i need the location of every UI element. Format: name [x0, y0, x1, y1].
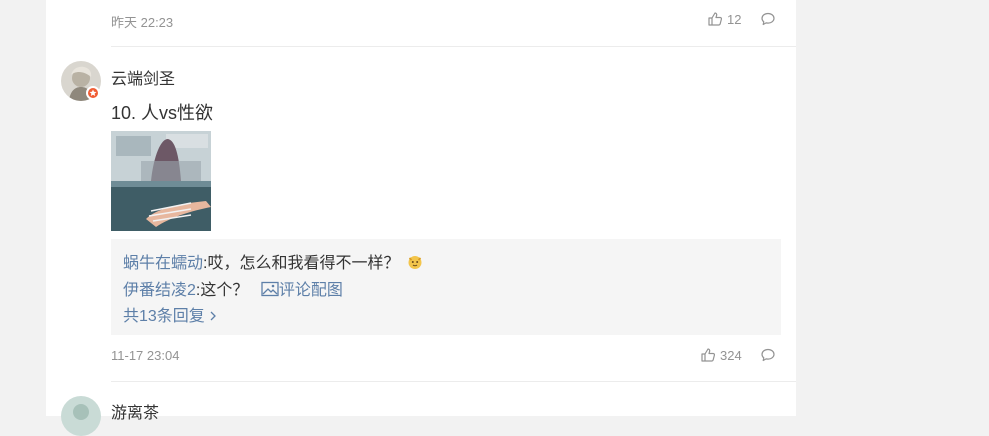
comment-icon: [760, 347, 776, 363]
username[interactable]: 游离茶: [111, 399, 159, 423]
view-comment-image-link[interactable]: 评论配图: [261, 281, 343, 302]
username[interactable]: 云端剑圣: [111, 65, 175, 89]
reply-username[interactable]: 蜗牛在蠕动: [123, 255, 203, 272]
comment-time: 11-17 23:04: [111, 348, 180, 363]
reply-item: 伊番结凌2:这个？ 评论配图: [123, 276, 343, 302]
comment-feed: 昨天 22:23 12 云端剑圣 10. 人vs性欲 蜗牛在蠕动:哎，怎么和我看…: [46, 0, 796, 436]
reply-button[interactable]: [760, 347, 776, 363]
reply-item: 蜗牛在蠕动:哎，怎么和我看得不一样？: [123, 249, 423, 275]
comment-image[interactable]: [111, 131, 211, 231]
comment-icon: [760, 11, 776, 27]
like-icon: [700, 347, 716, 363]
comment-text: 10. 人vs性欲: [111, 103, 214, 123]
like-button[interactable]: 12: [707, 11, 741, 27]
reply-text: 这个？: [200, 282, 249, 299]
reply-username[interactable]: 伊番结凌2: [123, 282, 196, 299]
image-icon: [261, 281, 279, 302]
reply-preview-box: 蜗牛在蠕动:哎，怎么和我看得不一样？ 伊番结凌2:这个？ 评论配图 共13条回复: [111, 239, 781, 335]
divider: [111, 46, 796, 47]
verified-badge-icon: [86, 86, 100, 100]
emoji-icon: [407, 254, 423, 275]
chevron-right-icon: [209, 309, 217, 327]
comment-time: 昨天 22:23: [111, 15, 174, 30]
like-icon: [707, 11, 723, 27]
like-count: 324: [720, 347, 742, 363]
more-replies-link[interactable]: 共13条回复: [123, 302, 217, 327]
like-count: 12: [727, 11, 742, 27]
reply-text: 哎，怎么和我看得不一样？: [207, 255, 400, 272]
avatar[interactable]: [61, 396, 101, 436]
reply-button[interactable]: [760, 11, 776, 27]
like-button[interactable]: 324: [700, 347, 742, 363]
divider: [111, 381, 796, 382]
